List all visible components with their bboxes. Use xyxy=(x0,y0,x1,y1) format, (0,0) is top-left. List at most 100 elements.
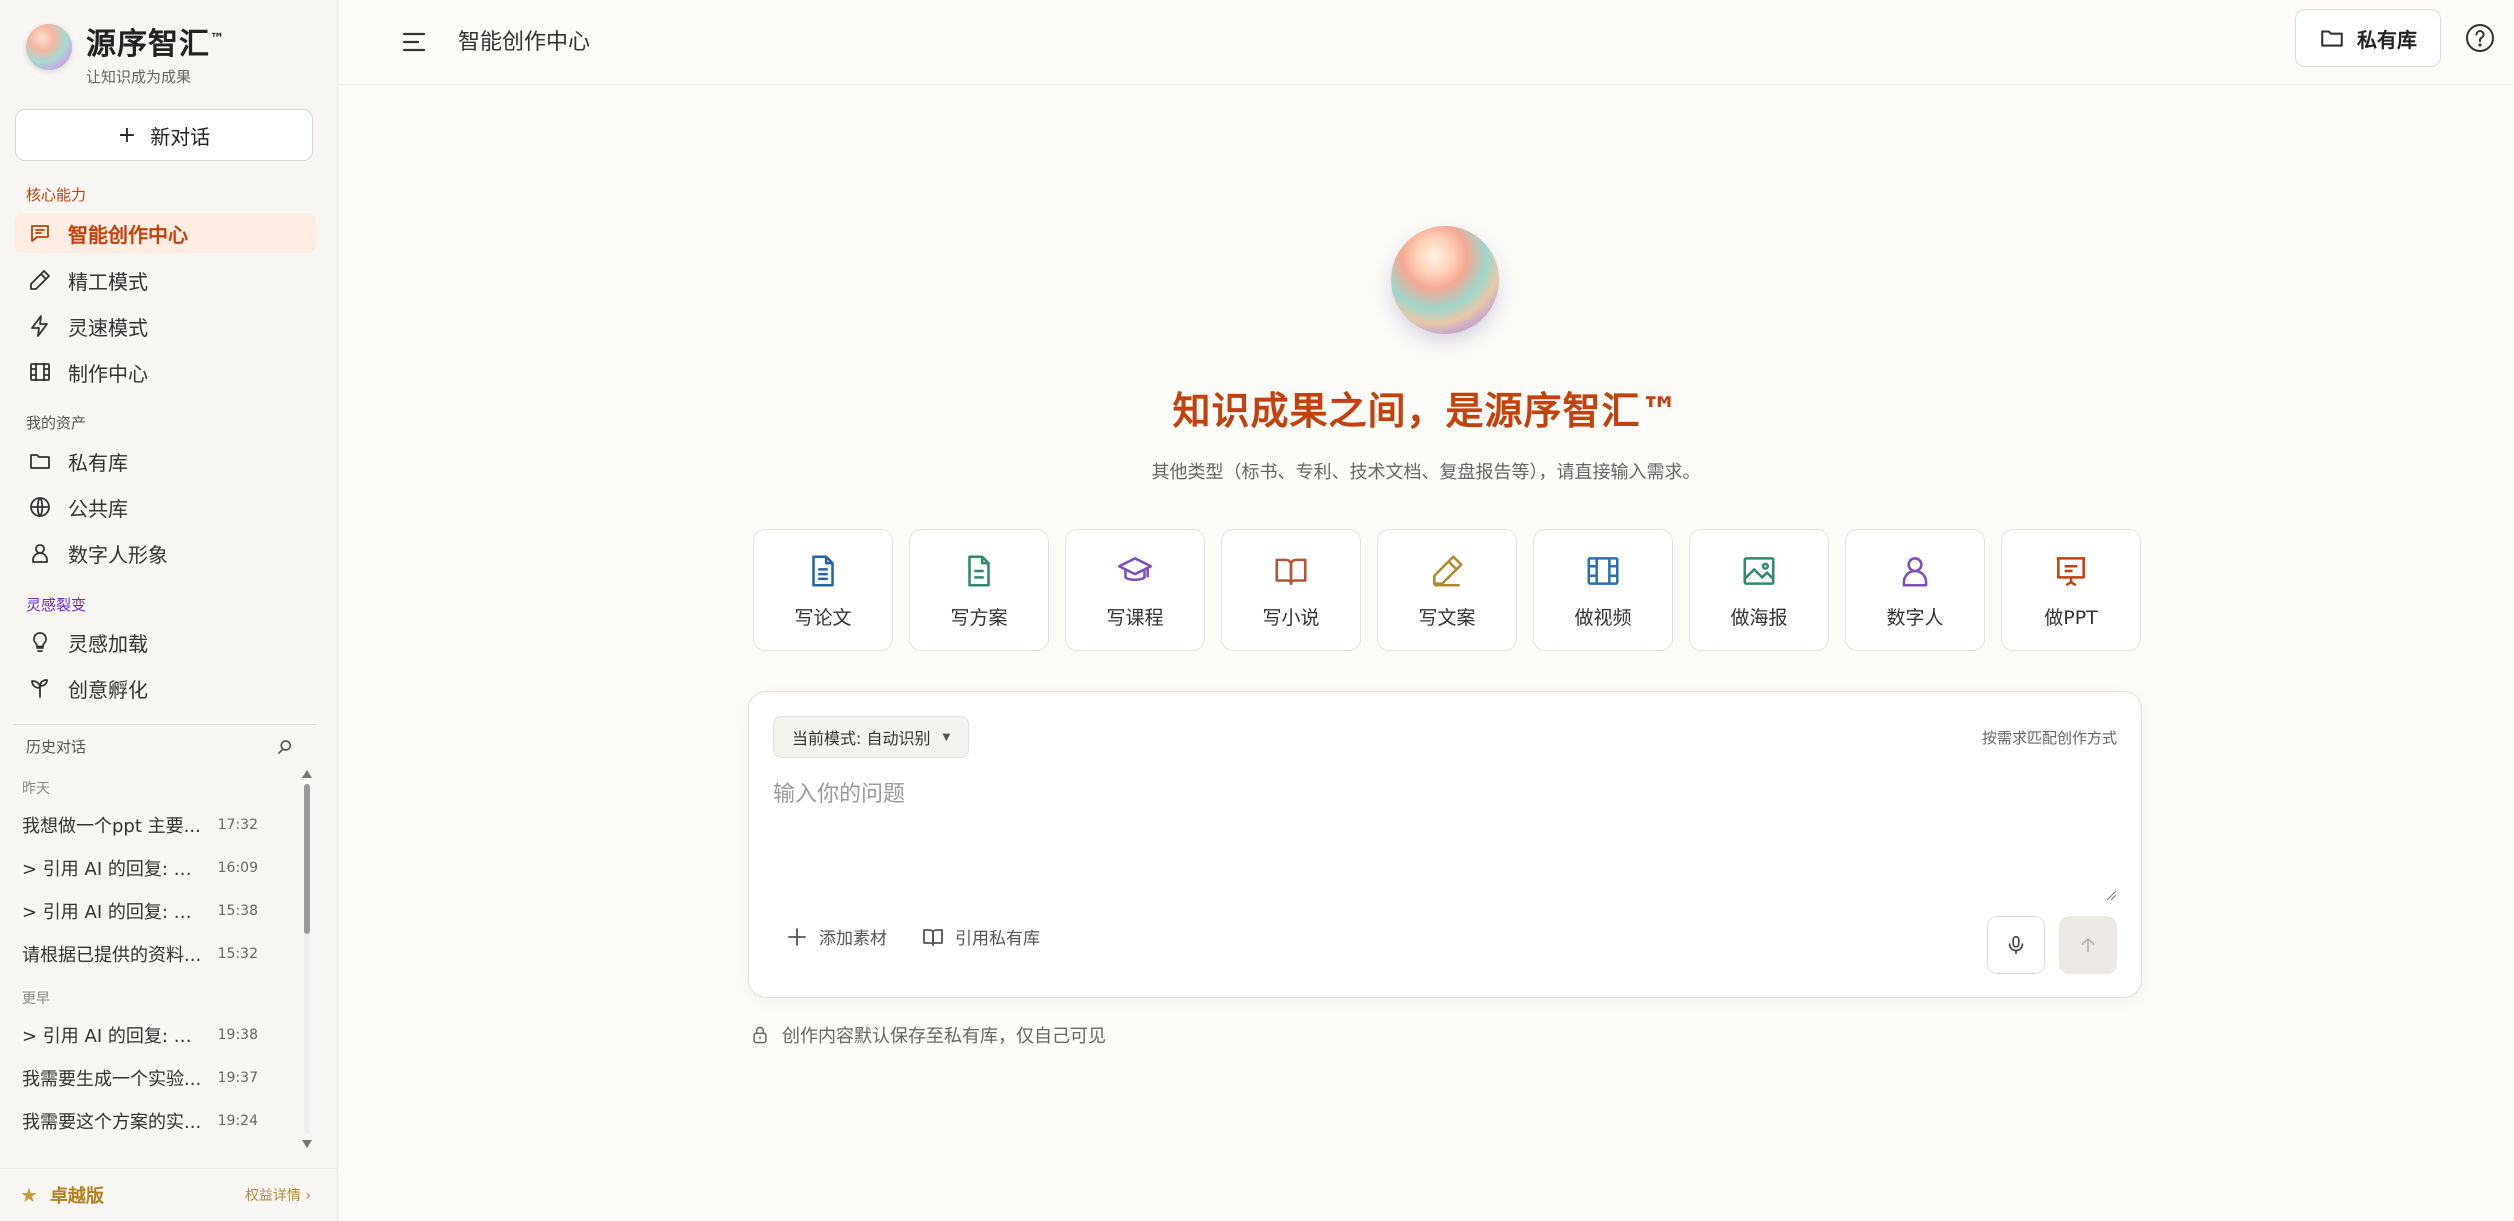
history-item-title: 我需要这个方案的实... xyxy=(22,1112,202,1133)
history-item[interactable]: > 引用 AI 的回复: >... 19:38 xyxy=(22,1020,258,1050)
section-label-inspiration: 灵感裂变 xyxy=(26,596,87,614)
privacy-note-text: 创作内容默认保存至私有库，仅自己可见 xyxy=(782,1026,1106,1047)
plus-icon xyxy=(788,927,806,946)
card-make-video[interactable]: 做视频 xyxy=(1533,529,1673,651)
send-button[interactable] xyxy=(2059,916,2117,974)
folder-icon xyxy=(30,454,50,469)
menu-icon[interactable] xyxy=(396,24,432,60)
card-label: 做PPT xyxy=(2044,607,2098,629)
history-item-title: 我想做一个ppt 主要... xyxy=(22,816,201,837)
scroll-up-arrow[interactable] xyxy=(302,770,312,778)
image-icon xyxy=(1743,557,1775,585)
document-icon xyxy=(812,555,834,587)
card-make-ppt[interactable]: 做PPT xyxy=(2001,529,2141,651)
history-scrollbar[interactable] xyxy=(302,770,312,1148)
pencil-icon xyxy=(30,270,50,290)
brand-logo xyxy=(26,24,72,70)
card-label: 数字人 xyxy=(1886,607,1944,629)
brand-slogan: 让知识成为成果 xyxy=(86,68,192,86)
card-make-poster[interactable]: 做海报 xyxy=(1689,529,1829,651)
scroll-down-arrow[interactable] xyxy=(302,1140,312,1148)
sidebar-item-idea-incubation[interactable]: 创意孵化 xyxy=(14,668,316,708)
card-write-paper[interactable]: 写论文 xyxy=(753,529,893,651)
new-chat-button[interactable]: + 新对话 xyxy=(15,109,313,161)
card-label: 做视频 xyxy=(1574,607,1632,629)
add-material-button[interactable]: 添加素材 xyxy=(785,924,887,949)
private-library-label: 私有库 xyxy=(2357,27,2417,52)
privacy-note: 创作内容默认保存至私有库，仅自己可见 xyxy=(750,1022,1106,1048)
private-library-button[interactable]: 私有库 xyxy=(2295,9,2441,67)
hero-title: 知识成果之间，是源序智汇™ xyxy=(1172,389,1680,433)
sidebar-item-private-library[interactable]: 私有库 xyxy=(14,441,316,481)
history-item[interactable]: 我需要生成一个实验... 19:37 xyxy=(22,1063,258,1093)
sidebar-item-label: 私有库 xyxy=(68,450,128,475)
sidebar-item-label: 数字人形象 xyxy=(68,542,168,567)
history-item-time: 15:32 xyxy=(217,946,258,962)
card-digital-human[interactable]: 数字人 xyxy=(1845,529,1985,651)
mode-selector[interactable]: 当前模式: 自动识别 ▼ xyxy=(773,716,970,758)
history-item[interactable]: > 引用 AI 的回复: >... 15:38 xyxy=(22,896,258,926)
arrow-up-icon xyxy=(2081,937,2095,953)
sidebar-item-quick-mode[interactable]: 灵速模式 xyxy=(14,306,316,346)
brand[interactable]: 源序智汇™ 让知识成为成果 xyxy=(26,20,225,87)
history-item[interactable]: 我需要这个方案的实... 19:24 xyxy=(22,1106,258,1136)
history-group-label: 昨天 xyxy=(22,781,50,797)
card-label: 写小说 xyxy=(1262,607,1320,629)
sidebar-item-creation-center[interactable]: 智能创作中心 xyxy=(14,213,316,253)
card-label: 写课程 xyxy=(1106,607,1164,629)
history-item-time: 19:38 xyxy=(217,1027,258,1043)
sidebar-item-public-library[interactable]: 公共库 xyxy=(14,487,316,527)
card-write-copy[interactable]: 写文案 xyxy=(1377,529,1517,651)
star-icon: ★ xyxy=(20,1183,38,1207)
plus-icon: + xyxy=(117,122,137,148)
benefits-link[interactable]: 权益详情 › xyxy=(245,1185,311,1205)
history-item[interactable]: 我想做一个ppt 主要... 17:32 xyxy=(22,810,258,840)
sidebar: 源序智汇™ 让知识成为成果 + 新对话 核心能力 智能创作中心 精工模式 灵速模… xyxy=(0,0,338,1221)
history-group-label: 更早 xyxy=(22,991,50,1007)
sidebar-item-label: 灵速模式 xyxy=(68,315,148,340)
search-icon[interactable] xyxy=(276,738,294,756)
history-item-title: 我需要生成一个实验... xyxy=(22,1069,202,1090)
folder-icon xyxy=(2321,30,2343,47)
sidebar-item-digital-avatar[interactable]: 数字人形象 xyxy=(14,533,316,573)
sidebar-item-production-center[interactable]: 制作中心 xyxy=(14,352,316,392)
microphone-button[interactable] xyxy=(1987,916,2045,974)
top-bar: 智能创作中心 私有库 xyxy=(338,0,2514,85)
lightning-icon xyxy=(31,315,48,337)
card-write-novel[interactable]: 写小说 xyxy=(1221,529,1361,651)
resize-grip-icon[interactable] xyxy=(2105,889,2117,901)
file-lines-icon xyxy=(968,555,990,587)
sidebar-item-label: 灵感加载 xyxy=(68,631,148,656)
sidebar-item-label: 公共库 xyxy=(68,496,128,521)
brand-name: 源序智汇™ xyxy=(86,27,225,62)
chat-icon xyxy=(31,225,49,242)
new-chat-label: 新对话 xyxy=(150,124,211,149)
scroll-thumb[interactable] xyxy=(304,784,310,934)
history-item-time: 17:32 xyxy=(217,817,258,833)
history-item-title: > 引用 AI 的回复: >... xyxy=(22,859,204,880)
add-material-label: 添加素材 xyxy=(819,929,887,949)
sidebar-item-label: 精工模式 xyxy=(68,269,148,294)
microphone-icon xyxy=(2008,935,2024,955)
cite-private-library-button[interactable]: 引用私有库 xyxy=(921,924,1040,949)
history-item[interactable]: > 引用 AI 的回复: >... 16:09 xyxy=(22,853,258,883)
hero-logo xyxy=(1391,226,1499,334)
sidebar-divider xyxy=(14,724,316,725)
history-item-title: > 引用 AI 的回复: >... xyxy=(22,902,204,923)
help-icon[interactable] xyxy=(2464,22,2496,54)
card-label: 写论文 xyxy=(794,607,852,629)
sidebar-item-inspiration-load[interactable]: 灵感加载 xyxy=(14,622,316,662)
sidebar-item-label: 创意孵化 xyxy=(68,677,148,702)
history-item[interactable]: 请根据已提供的资料... 15:32 xyxy=(22,939,258,969)
question-input[interactable] xyxy=(771,774,2115,898)
page-title: 智能创作中心 xyxy=(458,30,591,55)
film-icon xyxy=(30,363,50,381)
sidebar-item-precision-mode[interactable]: 精工模式 xyxy=(14,260,316,300)
history-item-title: 请根据已提供的资料... xyxy=(22,945,202,966)
card-label: 做海报 xyxy=(1730,607,1788,629)
card-label: 写方案 xyxy=(950,607,1008,629)
tier-name: 卓越版 xyxy=(49,1186,104,1207)
history-header: 历史对话 xyxy=(26,736,294,757)
card-write-course[interactable]: 写课程 xyxy=(1065,529,1205,651)
card-write-plan[interactable]: 写方案 xyxy=(909,529,1049,651)
